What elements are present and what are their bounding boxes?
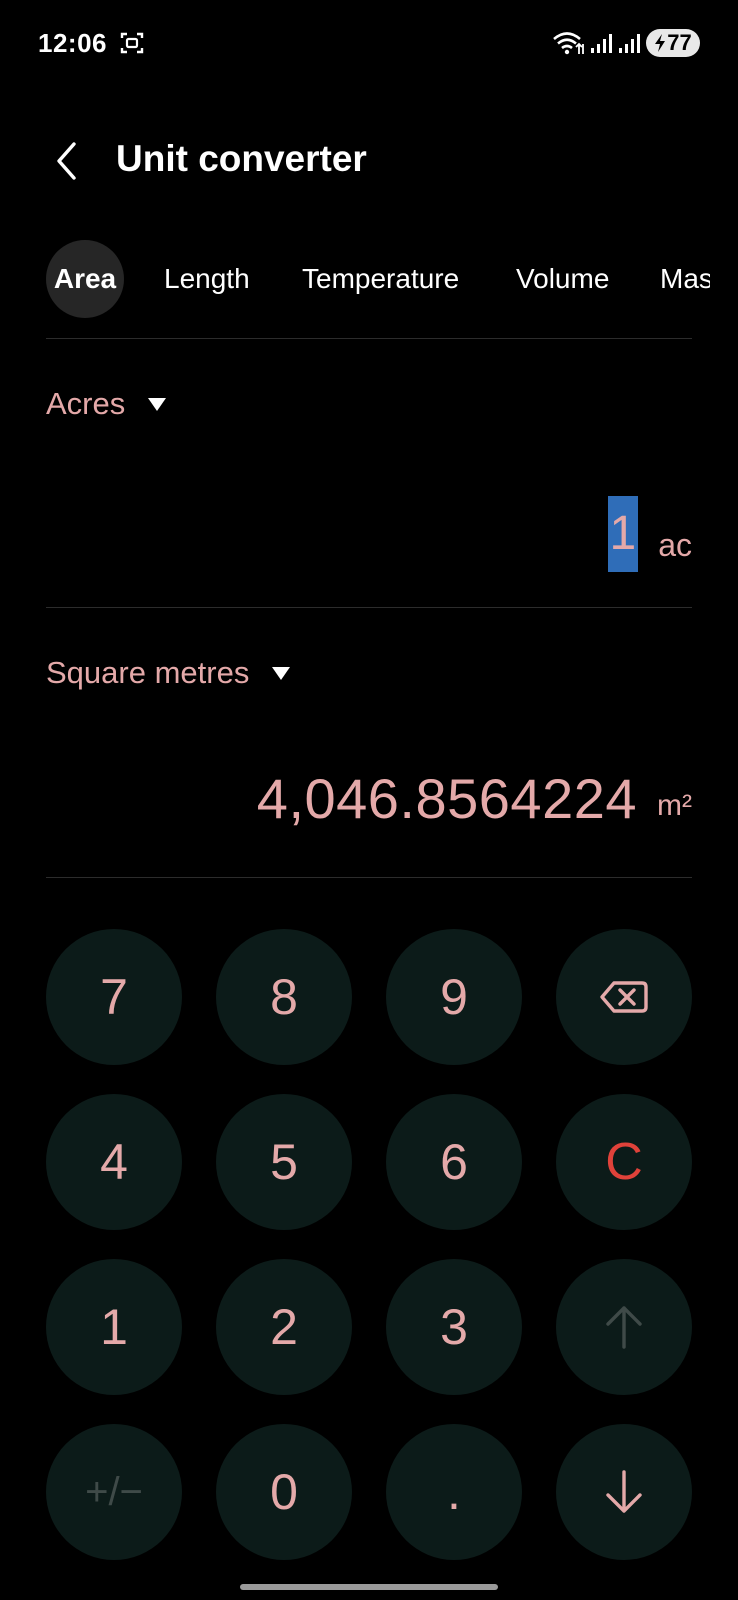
arrow-down-icon: [606, 1470, 642, 1513]
home-indicator[interactable]: [240, 1584, 498, 1590]
to-unit-select[interactable]: Square metres: [46, 655, 291, 691]
key-7[interactable]: 7: [46, 929, 182, 1065]
key-4[interactable]: 4: [46, 1094, 182, 1230]
from-unit-name: Acres: [46, 386, 126, 421]
category-tabs: Area Length Temperature Volume Mass: [46, 240, 710, 320]
chevron-left-icon: [57, 142, 76, 180]
tab-volume[interactable]: Volume: [516, 240, 609, 318]
move-up-button[interactable]: [556, 1259, 692, 1395]
from-value-input[interactable]: 1: [607, 496, 639, 572]
dropdown-triangle-icon: [148, 398, 167, 411]
status-bar: 12:06 77: [0, 0, 738, 88]
from-unit-select[interactable]: Acres: [46, 386, 167, 422]
dropdown-triangle-icon: [272, 667, 291, 680]
result-value[interactable]: 4,046.8564224: [257, 766, 637, 831]
to-unit-symbol: m²: [657, 789, 692, 822]
tab-mass[interactable]: Mass: [660, 240, 710, 318]
battery-level: 77: [667, 30, 692, 55]
arrow-up-icon: [606, 1306, 642, 1349]
key-1[interactable]: 1: [46, 1259, 182, 1395]
divider: [46, 607, 692, 608]
key-2[interactable]: 2: [216, 1259, 352, 1395]
divider: [46, 338, 692, 339]
backspace-button[interactable]: [556, 929, 692, 1065]
screenshot-icon: [120, 31, 144, 55]
page-title: Unit converter: [116, 138, 367, 179]
key-0[interactable]: 0: [216, 1424, 352, 1560]
move-down-button[interactable]: [556, 1424, 692, 1560]
wifi-icon: [552, 30, 586, 56]
signal-icon: [618, 32, 642, 54]
tab-length[interactable]: Length: [164, 240, 250, 318]
backspace-icon: [600, 981, 648, 1013]
to-value-row: 4,046.8564224 m²: [257, 766, 692, 831]
status-time: 12:06: [38, 28, 107, 58]
decimal-point-button[interactable]: .: [386, 1424, 522, 1560]
key-5[interactable]: 5: [216, 1094, 352, 1230]
key-6[interactable]: 6: [386, 1094, 522, 1230]
plus-minus-button[interactable]: +/−: [46, 1424, 182, 1560]
key-9[interactable]: 9: [386, 929, 522, 1065]
to-unit-name: Square metres: [46, 655, 250, 690]
key-3[interactable]: 3: [386, 1259, 522, 1395]
clear-button[interactable]: C: [556, 1094, 692, 1230]
battery-indicator: 77: [646, 29, 700, 57]
from-value-row: 1 ac: [607, 496, 692, 572]
battery-charging-icon: [655, 34, 666, 52]
signal-icon: [590, 32, 614, 54]
divider: [46, 877, 692, 878]
tab-temperature[interactable]: Temperature: [302, 240, 459, 318]
from-unit-symbol: ac: [658, 527, 692, 563]
tab-area[interactable]: Area: [46, 240, 124, 318]
key-8[interactable]: 8: [216, 929, 352, 1065]
back-button[interactable]: [50, 140, 86, 182]
